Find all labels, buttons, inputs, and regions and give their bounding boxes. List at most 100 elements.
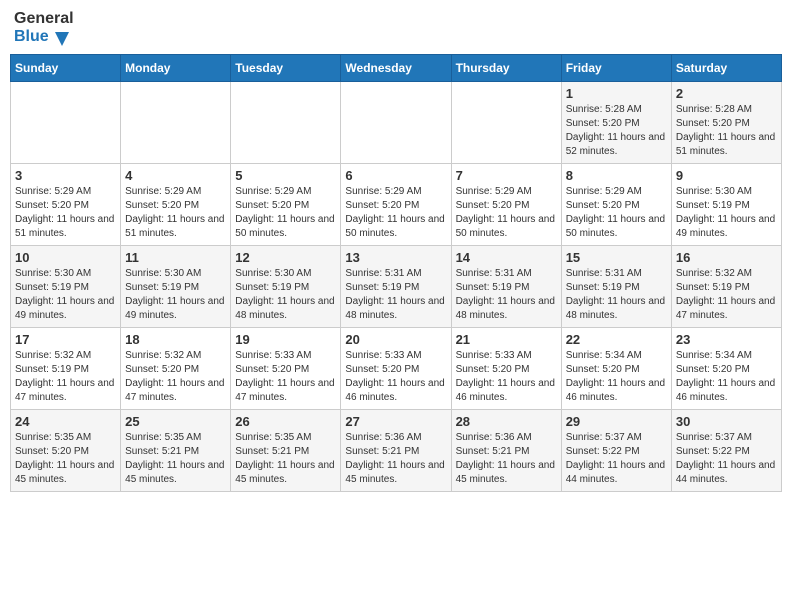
day-number: 21: [456, 332, 557, 347]
day-info: Sunrise: 5:31 AM Sunset: 5:19 PM Dayligh…: [345, 267, 446, 323]
day-info: Sunrise: 5:30 AM Sunset: 5:19 PM Dayligh…: [235, 267, 336, 323]
calendar-cell: 13Sunrise: 5:31 AM Sunset: 5:19 PM Dayli…: [341, 245, 451, 327]
calendar-cell: 15 Sunrise: 5:31 AM Sunset: 5:19 PM Dayli…: [561, 245, 671, 327]
calendar-cell: 16 Sunrise: 5:32 AM Sunset: 5:19 PM Dayli…: [671, 245, 781, 327]
calendar-week-3: 10 Sunrise: 5:30 AM Sunset: 5:19 PM Dayli…: [11, 245, 782, 327]
calendar-cell: 29 Sunrise: 5:37 AM Sunset: 5:22 PM Dayli…: [561, 409, 671, 491]
day-info: Sunrise: 5:30 AM Sunset: 5:19 PM Dayligh…: [15, 267, 116, 323]
day-number: 29: [566, 414, 667, 429]
logo-triangle-icon: [51, 28, 69, 46]
day-info: Sunrise: 5:30 AM Sunset: 5:19 PM Dayligh…: [676, 185, 777, 241]
day-header-tuesday: Tuesday: [231, 54, 341, 81]
calendar-cell: 20 Sunrise: 5:33 AM Sunset: 5:20 PM Dayli…: [341, 327, 451, 409]
day-number: 15: [566, 250, 667, 265]
calendar-cell: 5 Sunrise: 5:29 AM Sunset: 5:20 PM Daylig…: [231, 163, 341, 245]
calendar-table: SundayMondayTuesdayWednesdayThursdayFrid…: [10, 54, 782, 492]
calendar-cell: 23Sunrise: 5:34 AM Sunset: 5:20 PM Dayli…: [671, 327, 781, 409]
day-number: 27: [345, 414, 446, 429]
day-number: 5: [235, 168, 336, 183]
logo-blue: Blue: [14, 28, 74, 46]
calendar-cell: 9 Sunrise: 5:30 AM Sunset: 5:19 PM Daylig…: [671, 163, 781, 245]
day-number: 3: [15, 168, 116, 183]
day-info: Sunrise: 5:29 AM Sunset: 5:20 PM Dayligh…: [235, 185, 336, 241]
calendar-cell: 2 Sunrise: 5:28 AM Sunset: 5:20 PM Daylig…: [671, 81, 781, 163]
logo-general: General: [14, 10, 74, 28]
calendar-cell: 1 Sunrise: 5:28 AM Sunset: 5:20 PM Daylig…: [561, 81, 671, 163]
day-number: 18: [125, 332, 226, 347]
page-header: General Blue: [10, 10, 782, 46]
day-number: 10: [15, 250, 116, 265]
calendar-cell: 19Sunrise: 5:33 AM Sunset: 5:20 PM Dayli…: [231, 327, 341, 409]
day-number: 8: [566, 168, 667, 183]
calendar-cell: 11 Sunrise: 5:30 AM Sunset: 5:19 PM Dayli…: [121, 245, 231, 327]
day-number: 2: [676, 86, 777, 101]
day-info: Sunrise: 5:29 AM Sunset: 5:20 PM Dayligh…: [125, 185, 226, 241]
day-info: Sunrise: 5:31 AM Sunset: 5:19 PM Dayligh…: [566, 267, 667, 323]
day-number: 4: [125, 168, 226, 183]
day-number: 9: [676, 168, 777, 183]
day-info: Sunrise: 5:33 AM Sunset: 5:20 PM Dayligh…: [345, 349, 446, 405]
calendar-cell: 12 Sunrise: 5:30 AM Sunset: 5:19 PM Dayli…: [231, 245, 341, 327]
calendar-cell: 4 Sunrise: 5:29 AM Sunset: 5:20 PM Daylig…: [121, 163, 231, 245]
day-info: Sunrise: 5:31 AM Sunset: 5:19 PM Dayligh…: [456, 267, 557, 323]
calendar-cell: [11, 81, 121, 163]
day-info: Sunrise: 5:36 AM Sunset: 5:21 PM Dayligh…: [345, 431, 446, 487]
calendar-cell: 8 Sunrise: 5:29 AM Sunset: 5:20 PM Daylig…: [561, 163, 671, 245]
day-number: 16: [676, 250, 777, 265]
day-info: Sunrise: 5:35 AM Sunset: 5:21 PM Dayligh…: [235, 431, 336, 487]
calendar-cell: 25Sunrise: 5:35 AM Sunset: 5:21 PM Dayli…: [121, 409, 231, 491]
calendar-cell: 14 Sunrise: 5:31 AM Sunset: 5:19 PM Dayli…: [451, 245, 561, 327]
day-info: Sunrise: 5:33 AM Sunset: 5:20 PM Dayligh…: [235, 349, 336, 405]
calendar-cell: [231, 81, 341, 163]
day-info: Sunrise: 5:36 AM Sunset: 5:21 PM Dayligh…: [456, 431, 557, 487]
day-number: 14: [456, 250, 557, 265]
calendar-cell: 18 Sunrise: 5:32 AM Sunset: 5:20 PM Dayli…: [121, 327, 231, 409]
logo: General Blue: [14, 10, 74, 46]
calendar-cell: 28 Sunrise: 5:36 AM Sunset: 5:21 PM Dayli…: [451, 409, 561, 491]
day-info: Sunrise: 5:32 AM Sunset: 5:19 PM Dayligh…: [676, 267, 777, 323]
day-number: 7: [456, 168, 557, 183]
day-number: 30: [676, 414, 777, 429]
day-header-friday: Friday: [561, 54, 671, 81]
day-number: 17: [15, 332, 116, 347]
day-number: 1: [566, 86, 667, 101]
day-header-wednesday: Wednesday: [341, 54, 451, 81]
calendar-cell: 27 Sunrise: 5:36 AM Sunset: 5:21 PM Dayli…: [341, 409, 451, 491]
calendar-week-4: 17 Sunrise: 5:32 AM Sunset: 5:19 PM Dayli…: [11, 327, 782, 409]
day-number: 20: [345, 332, 446, 347]
day-info: Sunrise: 5:34 AM Sunset: 5:20 PM Dayligh…: [676, 349, 777, 405]
calendar-week-1: 1 Sunrise: 5:28 AM Sunset: 5:20 PM Daylig…: [11, 81, 782, 163]
day-number: 22: [566, 332, 667, 347]
calendar-week-5: 24Sunrise: 5:35 AM Sunset: 5:20 PM Dayli…: [11, 409, 782, 491]
calendar-header-row: SundayMondayTuesdayWednesdayThursdayFrid…: [11, 54, 782, 81]
day-number: 12: [235, 250, 336, 265]
day-header-sunday: Sunday: [11, 54, 121, 81]
day-number: 26: [235, 414, 336, 429]
day-number: 11: [125, 250, 226, 265]
day-info: Sunrise: 5:29 AM Sunset: 5:20 PM Dayligh…: [456, 185, 557, 241]
day-info: Sunrise: 5:30 AM Sunset: 5:19 PM Dayligh…: [125, 267, 226, 323]
calendar-cell: 30Sunrise: 5:37 AM Sunset: 5:22 PM Dayli…: [671, 409, 781, 491]
day-info: Sunrise: 5:28 AM Sunset: 5:20 PM Dayligh…: [676, 103, 777, 159]
day-info: Sunrise: 5:29 AM Sunset: 5:20 PM Dayligh…: [345, 185, 446, 241]
calendar-cell: 3Sunrise: 5:29 AM Sunset: 5:20 PM Daylig…: [11, 163, 121, 245]
day-info: Sunrise: 5:32 AM Sunset: 5:20 PM Dayligh…: [125, 349, 226, 405]
day-info: Sunrise: 5:29 AM Sunset: 5:20 PM Dayligh…: [566, 185, 667, 241]
calendar-cell: 6 Sunrise: 5:29 AM Sunset: 5:20 PM Daylig…: [341, 163, 451, 245]
calendar-cell: 10 Sunrise: 5:30 AM Sunset: 5:19 PM Dayli…: [11, 245, 121, 327]
day-info: Sunrise: 5:35 AM Sunset: 5:21 PM Dayligh…: [125, 431, 226, 487]
day-number: 28: [456, 414, 557, 429]
calendar-week-2: 3 Sunrise: 5:29 AM Sunset: 5:20 PM Daylig…: [11, 163, 782, 245]
calendar-cell: 21Sunrise: 5:33 AM Sunset: 5:20 PM Dayli…: [451, 327, 561, 409]
calendar-cell: 7 Sunrise: 5:29 AM Sunset: 5:20 PM Daylig…: [451, 163, 561, 245]
calendar-cell: [451, 81, 561, 163]
day-info: Sunrise: 5:32 AM Sunset: 5:19 PM Dayligh…: [15, 349, 116, 405]
day-header-monday: Monday: [121, 54, 231, 81]
day-info: Sunrise: 5:28 AM Sunset: 5:20 PM Dayligh…: [566, 103, 667, 159]
day-info: Sunrise: 5:37 AM Sunset: 5:22 PM Dayligh…: [566, 431, 667, 487]
day-number: 6: [345, 168, 446, 183]
day-header-thursday: Thursday: [451, 54, 561, 81]
calendar-cell: [121, 81, 231, 163]
calendar-cell: 26 Sunrise: 5:35 AM Sunset: 5:21 PM Dayli…: [231, 409, 341, 491]
day-number: 24: [15, 414, 116, 429]
